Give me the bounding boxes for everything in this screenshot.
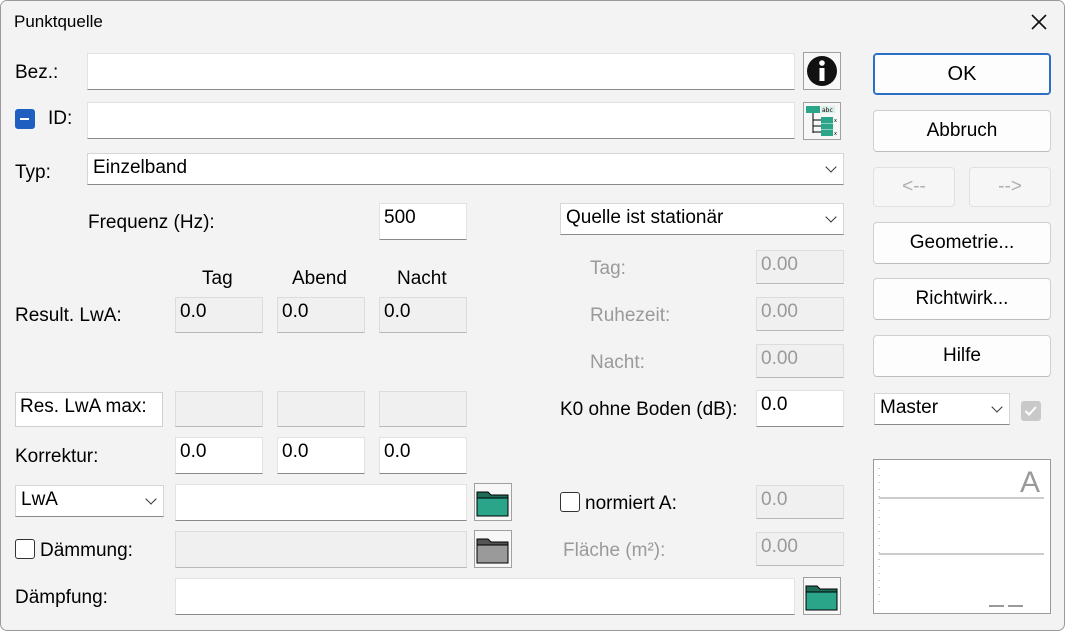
- result-tag-field: 0.0: [175, 297, 263, 333]
- typ-select[interactable]: Einzelband: [87, 153, 844, 185]
- folder-icon: [476, 538, 509, 564]
- ok-button[interactable]: OK: [873, 53, 1051, 95]
- title-bar: Punktquelle: [1, 1, 1064, 45]
- info-icon: [807, 56, 837, 86]
- frequenz-label: Frequenz (Hz):: [88, 212, 215, 233]
- col-header-abend: Abend: [292, 268, 347, 289]
- korr-abend-input[interactable]: 0.0: [277, 437, 365, 474]
- r-ruhezeit-field: 0.00: [756, 297, 844, 331]
- svg-text:abc: abc: [822, 107, 833, 114]
- typ-select-value: Einzelband: [93, 157, 188, 178]
- res-lwa-max-button[interactable]: Res. LwA max:: [15, 392, 163, 427]
- svg-text:x: x: [834, 118, 837, 124]
- info-button[interactable]: [803, 52, 841, 90]
- svg-text:x: x: [834, 131, 837, 137]
- frequenz-input[interactable]: 500: [379, 203, 467, 240]
- r-ruhezeit-label: Ruhezeit:: [590, 305, 671, 326]
- normiert-label: normiert A:: [585, 493, 677, 514]
- col-header-tag: Tag: [202, 268, 233, 289]
- result-abend-field: 0.0: [277, 297, 365, 333]
- daempfung-label: Dämpfung:: [15, 587, 108, 608]
- lwa-max-tag-field: [175, 391, 263, 427]
- r-nacht-label: Nacht:: [590, 352, 645, 373]
- korrektur-label: Korrektur:: [15, 446, 99, 467]
- r-tag-field: 0.00: [756, 250, 844, 284]
- r-nacht-field: 0.00: [756, 344, 844, 378]
- bez-input[interactable]: [87, 53, 795, 90]
- korr-nacht-input[interactable]: 0.0: [379, 437, 467, 474]
- richtwirk-button[interactable]: Richtwirk...: [873, 278, 1051, 320]
- id-label: ID:: [48, 108, 73, 129]
- lwa-file-input[interactable]: [175, 484, 467, 521]
- daempfung-input[interactable]: [175, 578, 795, 615]
- flaeche-label: Fläche (m²):: [563, 540, 666, 561]
- master-select-value: Master: [880, 397, 939, 418]
- id-input[interactable]: [87, 102, 795, 139]
- stationaer-select[interactable]: Quelle ist stationär: [560, 203, 844, 235]
- close-icon: [1031, 14, 1047, 30]
- prev-button[interactable]: <--: [873, 167, 955, 207]
- tree-button[interactable]: abc x x: [803, 102, 841, 140]
- daemmung-label: Dämmung:: [40, 540, 133, 561]
- lwa-max-nacht-field: [379, 391, 467, 427]
- close-button[interactable]: [1028, 9, 1050, 35]
- chevron-down-icon: [991, 401, 1003, 413]
- lwa-select-value: LwA: [21, 489, 58, 510]
- preview-letter: A: [1020, 466, 1041, 499]
- lwa-select[interactable]: LwA: [15, 485, 164, 517]
- normiert-checkbox[interactable]: [560, 492, 580, 512]
- korr-tag-input[interactable]: 0.0: [175, 437, 263, 474]
- hilfe-button[interactable]: Hilfe: [873, 335, 1051, 377]
- master-checkbox[interactable]: [1021, 401, 1041, 421]
- id-checkbox[interactable]: [15, 109, 35, 129]
- lwa-max-abend-field: [277, 391, 365, 427]
- chevron-down-icon: [145, 493, 157, 505]
- stationaer-select-value: Quelle ist stationär: [566, 207, 724, 228]
- typ-label: Typ:: [15, 162, 51, 183]
- spectrum-preview: A: [873, 459, 1051, 614]
- folder-icon: [805, 585, 838, 611]
- chevron-down-icon: [825, 211, 837, 223]
- flaeche-field: 0.00: [756, 532, 844, 566]
- normiert-field: 0.0: [756, 485, 844, 519]
- daempfung-folder-button[interactable]: [803, 577, 841, 615]
- tree-icon: abc x x: [806, 106, 837, 137]
- r-tag-label: Tag:: [590, 258, 626, 279]
- result-nacht-field: 0.0: [379, 297, 467, 333]
- geometrie-button[interactable]: Geometrie...: [873, 222, 1051, 264]
- daemmung-folder-button[interactable]: [474, 530, 512, 568]
- window-title: Punktquelle: [14, 12, 103, 31]
- check-icon: [1024, 406, 1037, 416]
- daemmung-file-field: [175, 531, 467, 568]
- chevron-down-icon: [825, 161, 837, 173]
- master-select[interactable]: Master: [874, 393, 1010, 425]
- lwa-folder-button[interactable]: [474, 483, 512, 521]
- col-header-nacht: Nacht: [397, 268, 447, 289]
- bez-label: Bez.:: [15, 62, 59, 83]
- abbruch-button[interactable]: Abbruch: [873, 110, 1051, 152]
- daemmung-checkbox[interactable]: [15, 539, 35, 559]
- k0-input[interactable]: 0.0: [756, 390, 844, 427]
- next-button[interactable]: -->: [969, 167, 1051, 207]
- dialog-window: Punktquelle Bez.: ID: abc x x Typ: Einze…: [0, 0, 1065, 631]
- folder-icon: [476, 491, 509, 517]
- result-label: Result. LwA:: [15, 305, 122, 326]
- k0-label: K0 ohne Boden (dB):: [560, 399, 738, 420]
